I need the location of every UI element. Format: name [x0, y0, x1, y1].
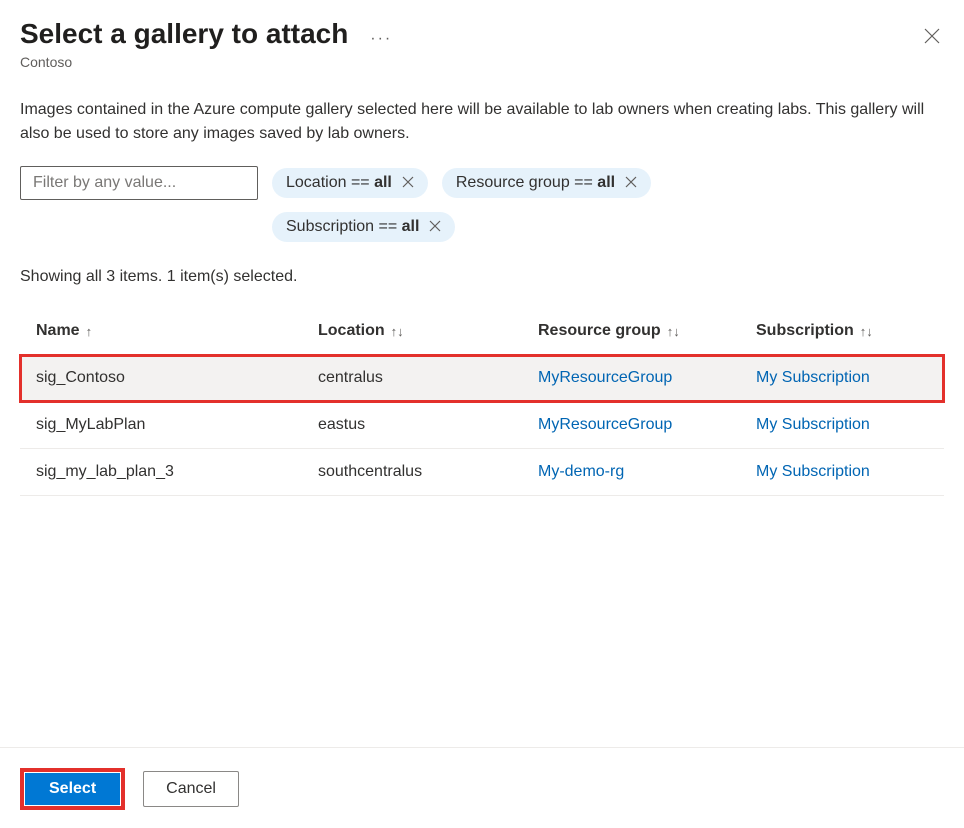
- sort-icon: ↑↓: [391, 324, 404, 339]
- cell-location: eastus: [318, 416, 538, 434]
- pill-remove-icon[interactable]: [402, 175, 414, 191]
- resource-group-link[interactable]: MyResourceGroup: [538, 369, 756, 387]
- column-header-resource-group[interactable]: Resource group ↑↓: [538, 322, 756, 340]
- pill-remove-icon[interactable]: [625, 175, 637, 191]
- sort-icon: ↑↓: [860, 324, 873, 339]
- sort-asc-icon: ↑: [86, 324, 93, 339]
- subscription-link[interactable]: My Subscription: [756, 463, 936, 481]
- pill-label: Resource group == all: [456, 174, 615, 192]
- more-menu-icon[interactable]: ···: [370, 30, 392, 48]
- column-header-name[interactable]: Name ↑: [36, 322, 318, 340]
- table-row[interactable]: sig_my_lab_plan_3 southcentralus My-demo…: [20, 449, 944, 496]
- select-button-highlight: Select: [20, 768, 125, 810]
- close-icon[interactable]: [920, 24, 944, 51]
- gallery-attach-panel: Select a gallery to attach ··· Contoso I…: [0, 0, 964, 828]
- column-header-location[interactable]: Location ↑↓: [318, 322, 538, 340]
- sort-icon: ↑↓: [667, 324, 680, 339]
- filter-row-2: Subscription == all: [272, 212, 944, 242]
- table-header-row: Name ↑ Location ↑↓ Resource group ↑↓ Sub…: [20, 322, 944, 355]
- resource-group-link[interactable]: MyResourceGroup: [538, 416, 756, 434]
- subscription-link[interactable]: My Subscription: [756, 416, 936, 434]
- cell-location: centralus: [318, 369, 538, 387]
- filter-row: Location == all Resource group == all: [20, 166, 944, 200]
- cancel-button[interactable]: Cancel: [143, 771, 239, 807]
- panel-header: Select a gallery to attach ··· Contoso: [20, 18, 944, 70]
- description-text: Images contained in the Azure compute ga…: [20, 98, 944, 146]
- gallery-table: Name ↑ Location ↑↓ Resource group ↑↓ Sub…: [20, 322, 944, 496]
- page-title: Select a gallery to attach: [20, 18, 348, 50]
- table-row[interactable]: sig_MyLabPlan eastus MyResourceGroup My …: [20, 402, 944, 449]
- breadcrumb: Contoso: [20, 54, 920, 70]
- table-row[interactable]: sig_Contoso centralus MyResourceGroup My…: [20, 355, 944, 402]
- subscription-link[interactable]: My Subscription: [756, 369, 936, 387]
- cell-name: sig_Contoso: [36, 369, 318, 387]
- cell-name: sig_my_lab_plan_3: [36, 463, 318, 481]
- cell-location: southcentralus: [318, 463, 538, 481]
- title-block: Select a gallery to attach ··· Contoso: [20, 18, 920, 70]
- column-header-subscription[interactable]: Subscription ↑↓: [756, 322, 936, 340]
- filter-pill-subscription[interactable]: Subscription == all: [272, 212, 455, 242]
- filter-pill-resource-group[interactable]: Resource group == all: [442, 168, 651, 198]
- select-button[interactable]: Select: [25, 773, 120, 805]
- cell-name: sig_MyLabPlan: [36, 416, 318, 434]
- filter-input[interactable]: [20, 166, 258, 200]
- pill-remove-icon[interactable]: [429, 219, 441, 235]
- footer-bar: Select Cancel: [0, 747, 964, 828]
- resource-group-link[interactable]: My-demo-rg: [538, 463, 756, 481]
- status-text: Showing all 3 items. 1 item(s) selected.: [20, 268, 944, 286]
- pill-label: Subscription == all: [286, 218, 419, 236]
- pill-label: Location == all: [286, 174, 392, 192]
- filter-pill-location[interactable]: Location == all: [272, 168, 428, 198]
